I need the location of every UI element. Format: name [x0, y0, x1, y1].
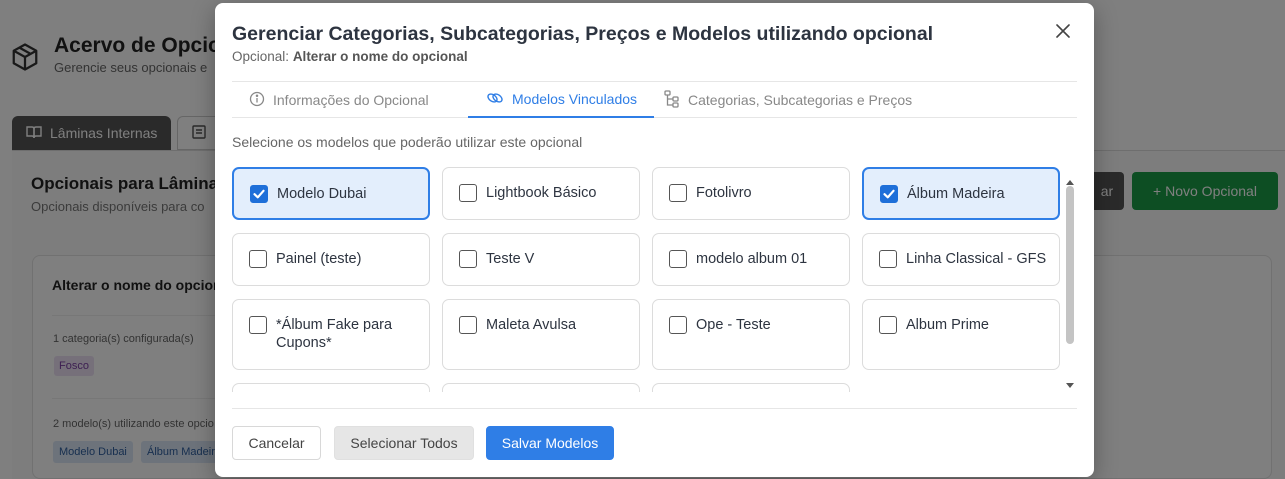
model-label: Painel (teste)	[276, 251, 362, 267]
checkbox[interactable]	[669, 316, 687, 334]
model-card[interactable]: Linha Classical - GFS	[862, 233, 1060, 286]
save-models-button[interactable]: Salvar Modelos	[486, 426, 614, 460]
checkbox[interactable]	[459, 184, 477, 202]
tree-icon	[664, 89, 680, 111]
model-label: Ope - Teste	[696, 317, 771, 333]
model-label: Modelo Dubai	[277, 186, 367, 202]
scroll-up-arrow-icon[interactable]	[1065, 173, 1075, 185]
subtitle-prefix: Opcional:	[232, 49, 290, 64]
model-label: Lightbook Básico	[486, 185, 597, 201]
link-icon	[486, 90, 504, 109]
checkbox[interactable]	[880, 185, 898, 203]
close-icon	[1056, 23, 1070, 43]
model-card[interactable]: Teste V	[442, 233, 640, 286]
model-label: modelo album 01	[696, 251, 808, 267]
model-label: Teste V	[486, 251, 535, 267]
checkbox[interactable]	[459, 316, 477, 334]
model-card[interactable]	[652, 383, 850, 392]
tab-label: Informações do Opcional	[273, 92, 429, 108]
models-grid: Modelo Dubai Lightbook Básico Fotolivro …	[232, 167, 1077, 392]
model-label: Album Prime	[906, 317, 989, 333]
select-all-button[interactable]: Selecionar Todos	[334, 426, 474, 460]
modal-subtitle: Opcional: Alterar o nome do opcional	[232, 49, 468, 64]
info-icon	[249, 91, 265, 110]
model-card[interactable]: Modelo Dubai	[232, 167, 430, 220]
tab-informacoes[interactable]: Informações do Opcional	[249, 82, 429, 118]
checkbox[interactable]	[249, 316, 267, 334]
model-label: Maleta Avulsa	[486, 317, 577, 333]
checkbox[interactable]	[250, 185, 268, 203]
modal-title: Gerenciar Categorias, Subcategorias, Pre…	[232, 23, 934, 45]
tab-label: Modelos Vinculados	[512, 91, 638, 107]
checkbox[interactable]	[879, 250, 897, 268]
model-card[interactable]: modelo album 01	[652, 233, 850, 286]
model-card[interactable]: Maleta Avulsa	[442, 299, 640, 370]
scrollbar-thumb[interactable]	[1066, 186, 1074, 344]
footer-divider	[232, 408, 1077, 409]
model-label: Fotolivro	[696, 185, 752, 201]
tab-label: Categorias, Subcategorias e Preços	[688, 92, 913, 108]
model-label: Álbum Madeira	[907, 186, 1005, 202]
checkbox[interactable]	[669, 184, 687, 202]
scroll-down-arrow-icon[interactable]	[1065, 377, 1075, 388]
model-card[interactable]: Lightbook Básico	[442, 167, 640, 220]
model-card[interactable]	[232, 383, 430, 392]
model-label: Linha Classical - GFS	[906, 251, 1047, 267]
checkbox[interactable]	[249, 250, 267, 268]
checkbox[interactable]	[459, 250, 477, 268]
model-card[interactable]: Álbum Madeira	[862, 167, 1060, 220]
model-card[interactable]: Album Prime	[862, 299, 1060, 370]
instruction-text: Selecione os modelos que poderão utiliza…	[232, 134, 583, 150]
model-card[interactable]: Painel (teste)	[232, 233, 430, 286]
close-button[interactable]	[1053, 23, 1073, 43]
tab-modelos-vinculados[interactable]: Modelos Vinculados	[468, 82, 655, 118]
model-card[interactable]: Fotolivro	[652, 167, 850, 220]
subtitle-optional-name: Alterar o nome do opcional	[292, 49, 468, 64]
model-label: *Álbum Fake para Cupons*	[276, 317, 393, 351]
model-card[interactable]: Ope - Teste	[652, 299, 850, 370]
modal-tabs: Informações do Opcional Modelos Vinculad…	[232, 81, 1077, 118]
checkbox[interactable]	[669, 250, 687, 268]
manage-optional-modal: Gerenciar Categorias, Subcategorias, Pre…	[215, 3, 1094, 477]
model-card[interactable]: *Álbum Fake para Cupons*	[232, 299, 430, 370]
model-card[interactable]	[442, 383, 640, 392]
checkbox[interactable]	[879, 316, 897, 334]
cancel-button[interactable]: Cancelar	[232, 426, 321, 460]
tab-categorias[interactable]: Categorias, Subcategorias e Preços	[664, 82, 912, 118]
